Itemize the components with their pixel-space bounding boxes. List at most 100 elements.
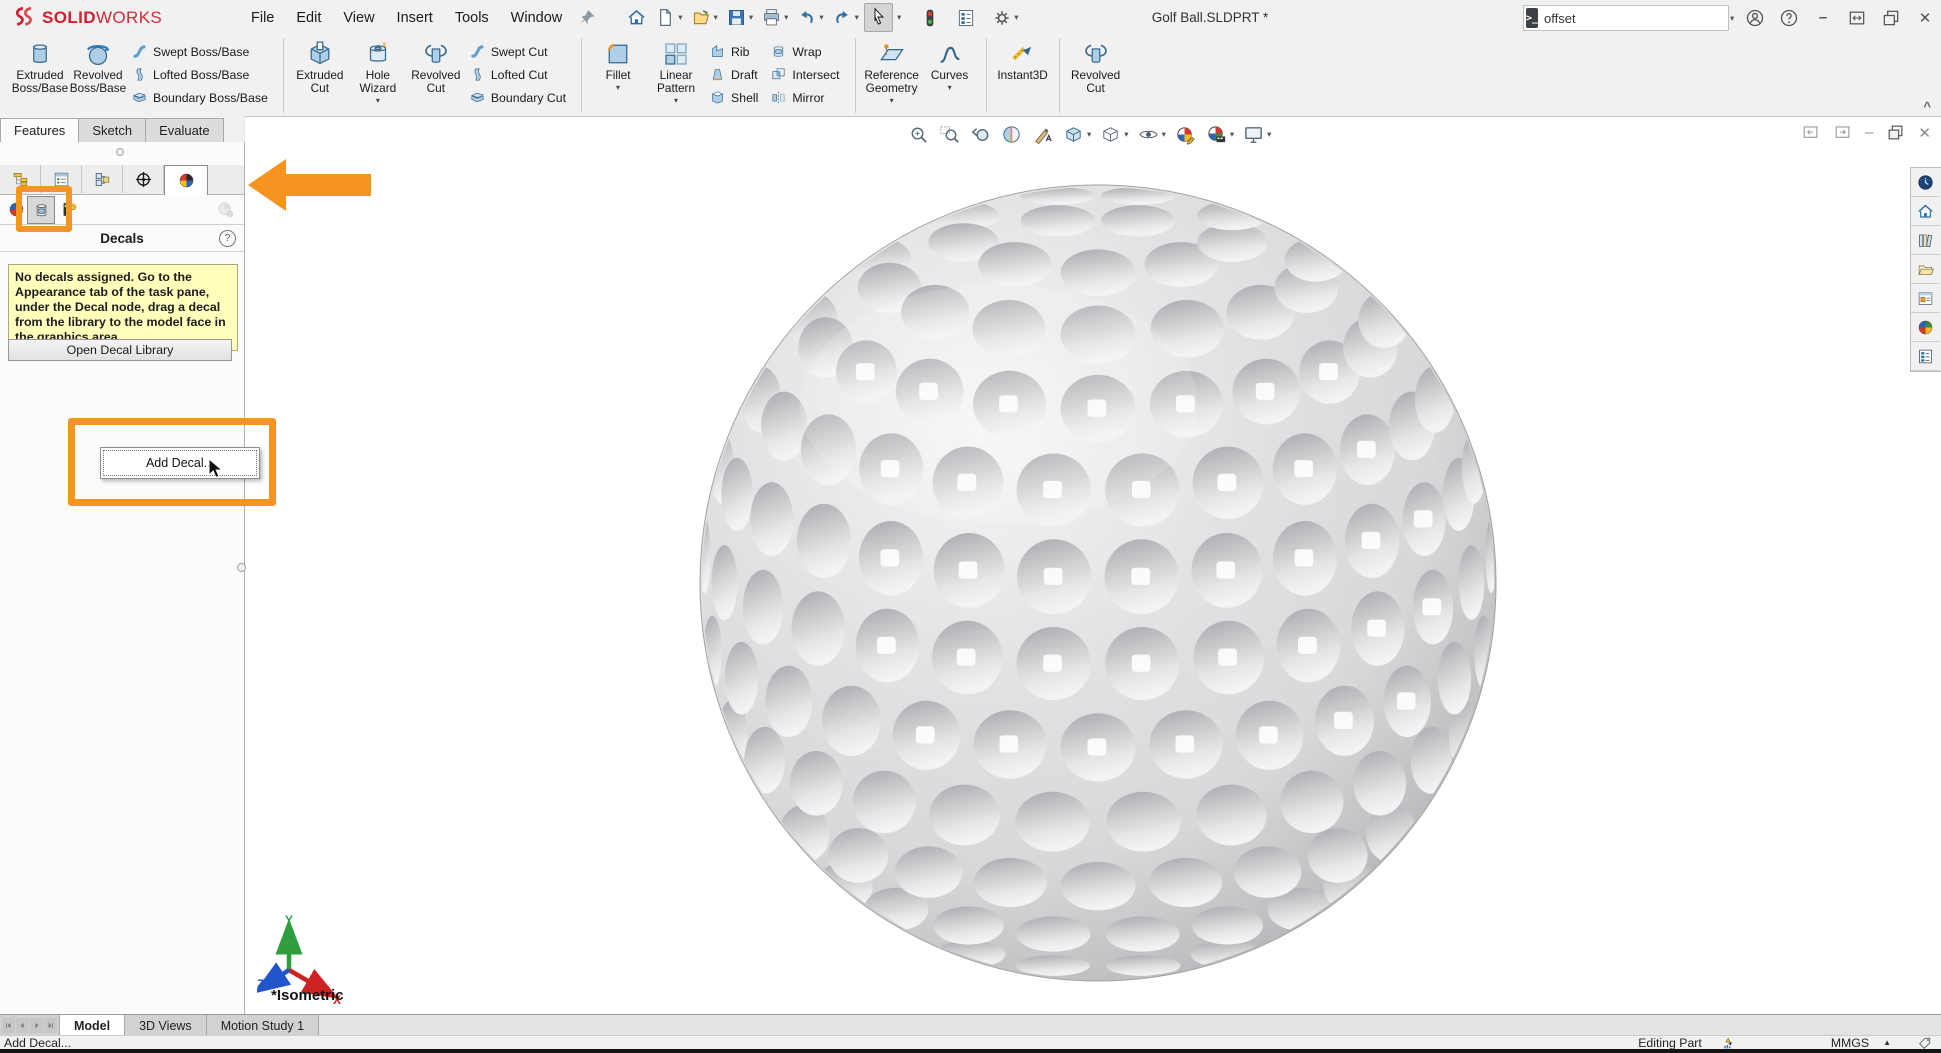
apply-scene-button[interactable]: ▾ bbox=[1203, 121, 1236, 148]
help-button[interactable] bbox=[1779, 8, 1799, 28]
taskpane-design-library-button[interactable] bbox=[1911, 226, 1940, 255]
ribbon-button-intersect[interactable]: Intersect bbox=[768, 63, 847, 86]
doc-tab-motion-study-1[interactable]: Motion Study 1 bbox=[207, 1015, 319, 1036]
expand-panes-button[interactable] bbox=[1847, 8, 1867, 28]
minimize-document-button[interactable]: – bbox=[1865, 124, 1873, 141]
menu-window[interactable]: Window bbox=[500, 3, 574, 33]
toolbar-home-button[interactable] bbox=[623, 4, 650, 31]
toolbar-traffic-button[interactable] bbox=[917, 5, 943, 31]
taskpane-view-palette-button[interactable] bbox=[1911, 284, 1940, 313]
zoom-to-fit-button[interactable] bbox=[905, 121, 932, 148]
dropdown-icon[interactable]: ▾ bbox=[819, 12, 823, 23]
toolbar-undo-button[interactable]: ▾ bbox=[793, 4, 826, 31]
ribbon-button-instant3d[interactable]: Instant3D bbox=[994, 36, 1052, 115]
ribbon-button-hole-wizard[interactable]: HoleWizard▾ bbox=[349, 36, 407, 115]
tab-features[interactable]: Features bbox=[0, 118, 79, 143]
view-appearances-button[interactable] bbox=[3, 196, 29, 222]
dropdown-icon[interactable]: ▾ bbox=[376, 96, 380, 105]
edit-appearance-button[interactable] bbox=[1172, 121, 1199, 148]
restore-button[interactable] bbox=[1881, 8, 1901, 28]
menu-tools[interactable]: Tools bbox=[444, 3, 500, 33]
previous-document-button[interactable] bbox=[1801, 123, 1820, 142]
ribbon-button-swept-cut[interactable]: Swept Cut bbox=[467, 40, 574, 63]
ribbon-button-shell[interactable]: Shell bbox=[707, 86, 766, 109]
dropdown-icon[interactable]: ▾ bbox=[1267, 129, 1271, 140]
ribbon-button-boundary-boss-base[interactable]: Boundary Boss/Base bbox=[129, 86, 276, 109]
sketch-annotation-button[interactable] bbox=[1029, 121, 1056, 148]
dropdown-icon[interactable]: ▾ bbox=[948, 83, 952, 92]
manager-tab-featuremanager[interactable] bbox=[0, 165, 41, 193]
dropdown-icon[interactable]: ▾ bbox=[749, 12, 753, 23]
section-view-button[interactable] bbox=[998, 121, 1025, 148]
appearance-disabled-button[interactable] bbox=[212, 196, 238, 222]
dropdown-icon[interactable]: ▾ bbox=[674, 96, 678, 105]
hide-show-items-button[interactable]: ▾ bbox=[1135, 121, 1168, 148]
ribbon-button-reference-geometry[interactable]: ReferenceGeometry▾ bbox=[863, 36, 921, 115]
first-tab-button[interactable] bbox=[2, 1018, 15, 1033]
golf-ball-model[interactable] bbox=[245, 117, 1941, 1014]
previous-view-button[interactable] bbox=[967, 121, 994, 148]
menu-view[interactable]: View bbox=[332, 3, 385, 33]
taskpane-home-button[interactable] bbox=[1911, 197, 1940, 226]
taskpane-appearances-scenes-button[interactable] bbox=[1911, 313, 1940, 342]
pane-splitter-handle[interactable] bbox=[237, 563, 246, 572]
dropdown-icon[interactable]: ▾ bbox=[890, 96, 894, 105]
view-scene-lights-button[interactable] bbox=[56, 196, 82, 222]
toolbar-gear-button[interactable]: ▾ bbox=[989, 5, 1021, 31]
toolbar-select-button[interactable] bbox=[864, 3, 893, 32]
restore-document-button[interactable] bbox=[1886, 123, 1905, 142]
toolbar-redo-button[interactable]: ▾ bbox=[829, 4, 862, 31]
user-account-button[interactable] bbox=[1745, 8, 1765, 28]
dropdown-icon[interactable]: ▾ bbox=[678, 12, 682, 23]
next-tab-button[interactable] bbox=[30, 1018, 43, 1033]
menu-file[interactable]: File bbox=[240, 3, 285, 33]
toolbar-open-button[interactable]: ▾ bbox=[688, 4, 721, 31]
ribbon-button-rib[interactable]: Rib bbox=[707, 40, 766, 63]
ribbon-button-boundary-cut[interactable]: Boundary Cut bbox=[467, 86, 574, 109]
dropdown-icon[interactable]: ▾ bbox=[1124, 129, 1128, 140]
close-document-button[interactable]: ✕ bbox=[1918, 124, 1931, 142]
toolbar-newdoc-button[interactable]: ▾ bbox=[652, 4, 685, 31]
add-decal-button[interactable]: Add Decal... bbox=[100, 447, 260, 479]
close-button[interactable]: ✕ bbox=[1915, 9, 1935, 27]
view-orientation-button[interactable]: ▾ bbox=[1060, 121, 1093, 148]
ribbon-button-fillet[interactable]: Fillet▾ bbox=[589, 36, 647, 115]
open-decal-library-button[interactable]: Open Decal Library bbox=[8, 339, 232, 361]
search-box[interactable]: >_ ▾ bbox=[1523, 5, 1729, 31]
menu-insert[interactable]: Insert bbox=[386, 3, 444, 33]
minimize-button[interactable]: – bbox=[1813, 9, 1833, 26]
ribbon-button-extruded-cut[interactable]: ExtrudedCut bbox=[291, 36, 349, 115]
manager-tab-configurationmanager[interactable] bbox=[82, 165, 123, 193]
dropdown-icon[interactable]: ▾ bbox=[616, 83, 620, 92]
ribbon-button-lofted-boss-base[interactable]: Lofted Boss/Base bbox=[129, 63, 276, 86]
taskpane-solidworks-resources-button[interactable] bbox=[1911, 168, 1940, 197]
view-decals-button[interactable] bbox=[27, 196, 55, 224]
ribbon-button-revolved-boss-base[interactable]: RevolvedBoss/Base bbox=[69, 36, 127, 115]
search-input[interactable] bbox=[1538, 11, 1726, 26]
display-style-button[interactable]: ▾ bbox=[1097, 121, 1130, 148]
taskpane-custom-properties-button[interactable] bbox=[1911, 342, 1940, 371]
ribbon-button-curves[interactable]: Curves▾ bbox=[921, 36, 979, 115]
graphics-area[interactable]: ▾▾▾▾▾ –✕ Y X Z *Isometric bbox=[245, 117, 1941, 1014]
dropdown-icon[interactable]: ▾ bbox=[784, 12, 788, 23]
toolbar-optlist-button[interactable] bbox=[953, 5, 979, 31]
ribbon-button-lofted-cut[interactable]: Lofted Cut bbox=[467, 63, 574, 86]
ribbon-button-linear-pattern[interactable]: LinearPattern▾ bbox=[647, 36, 705, 115]
ribbon-button-extruded-boss-base[interactable]: ExtrudedBoss/Base bbox=[11, 36, 69, 115]
toolbar-print-button[interactable]: ▾ bbox=[758, 4, 791, 31]
manager-tab-displaymanager[interactable] bbox=[164, 165, 208, 195]
taskpane-file-explorer-button[interactable] bbox=[1911, 255, 1940, 284]
ribbon-button-draft[interactable]: Draft bbox=[707, 63, 766, 86]
last-tab-button[interactable] bbox=[44, 1018, 57, 1033]
select-dropdown-icon[interactable]: ▾ bbox=[897, 12, 901, 23]
previous-tab-button[interactable] bbox=[16, 1018, 29, 1033]
status-units[interactable]: MMGS bbox=[1831, 1036, 1869, 1050]
doc-tab-3d-views[interactable]: 3D Views bbox=[125, 1015, 207, 1036]
ribbon-button-revolved-cut[interactable]: RevolvedCut bbox=[1067, 36, 1125, 115]
dropdown-icon[interactable]: ▾ bbox=[1014, 12, 1018, 23]
tab-evaluate[interactable]: Evaluate bbox=[145, 118, 224, 142]
pin-icon[interactable] bbox=[577, 8, 597, 28]
units-dropdown-icon[interactable]: ▲ bbox=[1883, 1038, 1891, 1047]
help-icon[interactable]: ? bbox=[219, 230, 236, 247]
search-dropdown-icon[interactable]: ▾ bbox=[1730, 13, 1734, 24]
